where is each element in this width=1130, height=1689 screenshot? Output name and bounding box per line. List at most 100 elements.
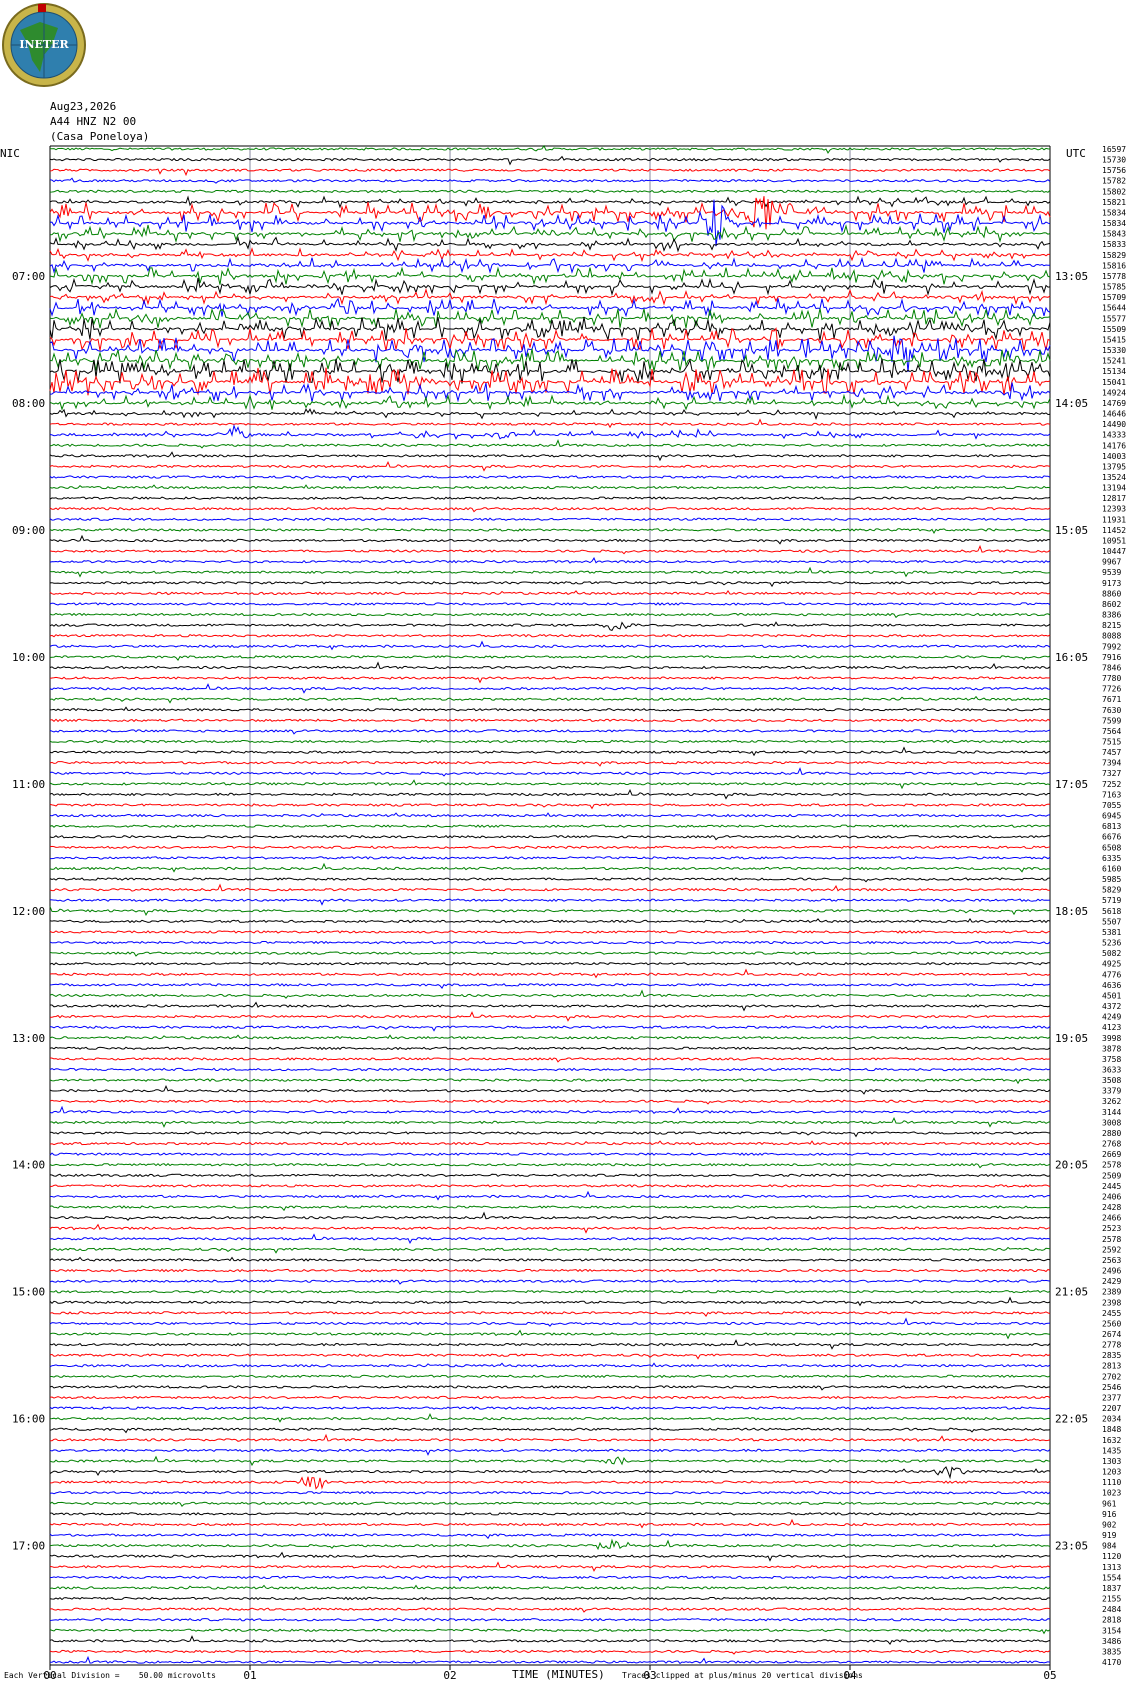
seismic-trace (49, 517, 1051, 522)
seismic-trace (49, 767, 1051, 777)
seismic-trace (49, 621, 1051, 632)
seismic-trace (49, 1046, 1051, 1051)
trace-amplitude-label: 8602 (1102, 600, 1121, 609)
trace-amplitude-label: 13524 (1102, 473, 1126, 482)
seismic-trace (49, 266, 1051, 286)
trace-amplitude-label: 15829 (1102, 251, 1126, 260)
seismic-trace (49, 1655, 1051, 1665)
trace-amplitude-label: 1848 (1102, 1425, 1121, 1434)
seismic-trace (49, 633, 1051, 638)
scale-note: Each Vertical Division = 50.00 microvolt… (4, 1671, 216, 1680)
seismic-trace (49, 1501, 1051, 1507)
trace-amplitude-label: 15834 (1102, 208, 1126, 217)
trace-amplitude-label: 3144 (1102, 1108, 1121, 1117)
utc-hour-label: 18:05 (1055, 905, 1088, 918)
seismic-trace (49, 746, 1051, 757)
seismic-trace (49, 655, 1051, 661)
seismic-trace (49, 1268, 1051, 1273)
trace-amplitude-label: 15785 (1102, 283, 1126, 292)
trace-amplitude-label: 6813 (1102, 822, 1121, 831)
seismic-trace (49, 898, 1051, 906)
utc-hour-label: 17:05 (1055, 778, 1088, 791)
seismic-trace (49, 256, 1050, 274)
trace-amplitude-label: 9539 (1102, 568, 1121, 577)
trace-amplitude-label: 916 (1102, 1510, 1117, 1519)
local-hour-label: 07:00 (12, 270, 45, 283)
seismic-trace (49, 602, 1051, 606)
trace-amplitude-label: 3379 (1102, 1087, 1121, 1096)
seismic-trace (49, 661, 1051, 670)
seismic-trace (49, 348, 1051, 373)
trace-amplitude-label: 2768 (1102, 1140, 1121, 1149)
trace-amplitude-label: 7671 (1102, 695, 1121, 704)
seismic-trace (49, 589, 1051, 596)
trace-amplitude-label: 11931 (1102, 515, 1126, 524)
trace-amplitude-label: 2523 (1102, 1224, 1121, 1233)
trace-amplitude-label: 1203 (1102, 1468, 1121, 1477)
local-hour-label: 09:00 (12, 524, 45, 537)
trace-amplitude-label: 4501 (1102, 991, 1121, 1000)
seismic-trace (49, 224, 1051, 244)
seismic-trace (49, 1339, 1051, 1350)
trace-amplitude-label: 13194 (1102, 484, 1126, 493)
seismic-trace (49, 1551, 1051, 1562)
seismic-trace (49, 989, 1051, 999)
seismic-trace (49, 1152, 1051, 1156)
trace-amplitude-label: 6160 (1102, 864, 1121, 873)
seismic-trace (49, 1635, 1051, 1645)
trace-amplitude-label: 2207 (1102, 1404, 1121, 1413)
trace-amplitude-label: 4776 (1102, 970, 1121, 979)
trace-amplitude-label: 3008 (1102, 1118, 1121, 1127)
trace-amplitude-label: 6945 (1102, 812, 1121, 821)
trace-amplitude-label: 3998 (1102, 1034, 1121, 1043)
seismic-trace (49, 1099, 1051, 1105)
trace-amplitude-label: 8215 (1102, 621, 1121, 630)
trace-amplitude-label: 6508 (1102, 843, 1121, 852)
trace-amplitude-label: 2674 (1102, 1330, 1121, 1339)
trace-amplitude-label: 3262 (1102, 1097, 1121, 1106)
local-hour-label: 12:00 (12, 905, 45, 918)
trace-amplitude-label: 2813 (1102, 1362, 1121, 1371)
seismic-trace (49, 1385, 1051, 1391)
seismic-trace (49, 968, 1051, 979)
seismic-trace (49, 581, 1051, 588)
trace-amplitude-label: 9173 (1102, 579, 1121, 588)
seismic-trace (49, 718, 1051, 723)
trace-amplitude-label: 5719 (1102, 896, 1121, 905)
trace-amplitude-label: 5507 (1102, 917, 1121, 926)
seismic-trace (49, 1533, 1051, 1540)
seismic-trace (49, 1649, 1051, 1655)
seismic-trace (49, 307, 1051, 329)
clip-note: Traces clipped at plus/minus 20 vertical… (622, 1671, 863, 1680)
trace-amplitude-label: 2155 (1102, 1595, 1121, 1604)
trace-amplitude-label: 14333 (1102, 431, 1126, 440)
seismic-trace (49, 484, 1051, 490)
seismic-trace (49, 862, 1051, 873)
seismic-trace (49, 1084, 1051, 1095)
trace-amplitude-label: 1554 (1102, 1573, 1121, 1582)
trace-amplitude-label: 7394 (1102, 759, 1121, 768)
seismic-trace (49, 155, 1051, 166)
local-hour-label: 11:00 (12, 778, 45, 791)
seismic-trace (49, 566, 1051, 578)
seismic-trace (49, 1448, 1051, 1456)
trace-amplitude-label: 4925 (1102, 960, 1121, 969)
trace-amplitude-label: 12393 (1102, 505, 1126, 514)
local-hour-label: 17:00 (12, 1540, 45, 1553)
trace-amplitude-label: 14176 (1102, 441, 1126, 450)
seismic-trace (49, 475, 1051, 482)
trace-amplitude-label: 14490 (1102, 420, 1126, 429)
seismic-trace (49, 739, 1051, 744)
trace-amplitude-label: 7630 (1102, 706, 1121, 715)
trace-amplitude-label: 16597 (1102, 145, 1126, 154)
local-hour-label: 13:00 (12, 1032, 45, 1045)
x-tick-label: 01 (243, 1669, 256, 1682)
trace-amplitude-label: 2592 (1102, 1245, 1121, 1254)
seismic-trace (49, 423, 1051, 440)
trace-amplitude-label: 15509 (1102, 325, 1126, 334)
trace-amplitude-label: 2778 (1102, 1341, 1121, 1350)
trace-amplitude-label: 7252 (1102, 780, 1121, 789)
seismic-trace (49, 612, 1051, 619)
seismic-trace (49, 557, 1051, 564)
seismic-trace (49, 803, 1051, 810)
